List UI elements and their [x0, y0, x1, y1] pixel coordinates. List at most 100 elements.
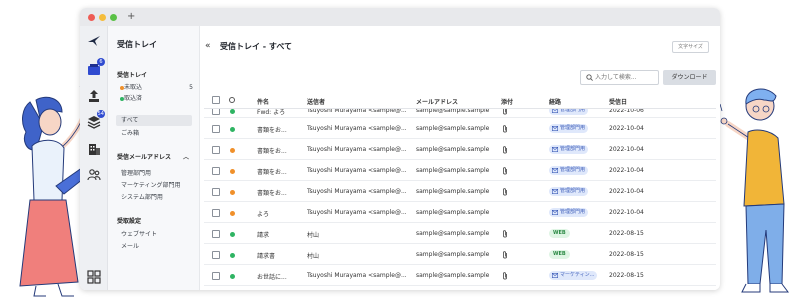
email-cell: sample@sample.sample [416, 251, 490, 258]
row-checkbox[interactable] [212, 251, 220, 259]
maximize-window-dot[interactable] [110, 13, 117, 21]
building-icon[interactable] [87, 142, 101, 156]
double-chevron-left-icon[interactable]: « [205, 41, 211, 51]
route-label: 管理部門用 [560, 188, 586, 194]
date-cell: 2022-10-04 [609, 209, 644, 216]
text-size-button[interactable]: 文字サイズ [672, 41, 709, 53]
paperclip-icon[interactable] [502, 167, 508, 175]
status-dot [230, 232, 235, 237]
table-row[interactable]: Fwd: よろ Tsuyoshi Murayama <sample@... samp… [204, 106, 716, 118]
status-dot [230, 127, 235, 132]
sidebar-item-address[interactable]: 管理部門用 [117, 168, 195, 179]
table-row[interactable]: 書類をお... Tsuyoshi Murayama <sample@... samp… [204, 139, 716, 160]
table-row[interactable]: 請求書 村山 sample@sample.sample WEB 2022-08-15 [204, 244, 716, 265]
column-header-attachment[interactable]: 添付 [501, 97, 513, 106]
icon-rail: 6 54 [80, 26, 108, 290]
users-icon[interactable] [87, 168, 101, 182]
search-box [580, 70, 659, 85]
table-header: 件名 送信者 メールアドレス 添付 経路 受信日 [204, 92, 716, 109]
apps-icon[interactable] [87, 270, 101, 284]
row-checkbox[interactable] [212, 188, 220, 196]
paperclip-icon[interactable] [502, 188, 508, 196]
column-header-route[interactable]: 経路 [549, 97, 561, 106]
sidebar-item-address[interactable]: システム部門用 [117, 192, 195, 203]
main-panel: « 受信トレイ - すべて 文字サイズ ダウンロード 件名 送信者 メールアドレ… [200, 26, 720, 290]
route-label: 管理部門用 [560, 146, 586, 152]
layers-count-badge: 54 [96, 110, 105, 118]
date-cell: 2022-08-15 [609, 251, 644, 258]
row-checkbox[interactable] [212, 146, 220, 154]
email-cell: sample@sample.sample [416, 209, 490, 216]
sidebar-item-all[interactable]: すべて [116, 115, 192, 126]
upload-icon[interactable] [87, 89, 101, 103]
route-label: 管理部門用 [560, 125, 586, 131]
table-row[interactable]: 書類をお... Tsuyoshi Murayama <sample@... samp… [204, 181, 716, 202]
sidebar-item-trash[interactable]: ごみ箱 [117, 128, 195, 139]
column-header-date[interactable]: 受信日 [609, 97, 627, 106]
date-cell: 2022-08-15 [609, 272, 644, 279]
row-checkbox[interactable] [212, 167, 220, 175]
close-window-dot[interactable] [88, 13, 95, 21]
route-label: WEB [553, 230, 566, 236]
email-cell: sample@sample.sample [416, 146, 490, 153]
envelope-icon [552, 273, 558, 278]
paperclip-icon[interactable] [502, 125, 508, 133]
inbox-icon[interactable]: 6 [87, 58, 105, 76]
addresses-section-heading[interactable]: 受信メールアドレス ︿ [117, 152, 195, 161]
status-dot [230, 109, 235, 114]
sidebar-title: 受信トレイ [117, 40, 157, 49]
table-row[interactable]: お世話に...Tsuyoshi Murayama <sample@...samp… [204, 265, 716, 286]
email-cell: sample@sample.sample [416, 125, 490, 132]
sidebar-item-label: すべて [121, 117, 139, 124]
table-row[interactable]: よろ Tsuyoshi Murayama <sample@... sample@sa… [204, 202, 716, 223]
sidebar-item-label: 取込済 [124, 95, 143, 102]
row-checkbox[interactable] [212, 125, 220, 133]
folder-sidebar: 受信トレイ 受信トレイ 未取込 5 取込済 すべて ごみ箱 受信メールアドレス … [108, 26, 200, 290]
status-dot [230, 253, 235, 258]
search-input[interactable] [595, 72, 657, 83]
row-checkbox[interactable] [212, 209, 220, 217]
sidebar-item-setting[interactable]: ウェブサイト [117, 229, 195, 240]
download-button[interactable]: ダウンロード [663, 70, 716, 85]
sidebar-item-imported[interactable]: 取込済 [117, 93, 195, 104]
layers-icon[interactable]: 54 [87, 110, 105, 129]
subject-cell: 書類をお... [257, 148, 287, 155]
column-header-subject[interactable]: 件名 [257, 97, 269, 106]
paperclip-icon[interactable] [502, 251, 508, 259]
table-row[interactable]: 書類をお... Tsuyoshi Murayama <sample@... samp… [204, 160, 716, 181]
status-dot [230, 148, 235, 153]
sidebar-item-address[interactable]: マーケティング部門用 [117, 180, 195, 191]
minimize-window-dot[interactable] [99, 13, 106, 21]
row-checkbox[interactable] [212, 272, 220, 280]
table-row[interactable]: お世話に...Tsuyoshi Murayama <sample@...samp… [204, 286, 716, 290]
paperclip-icon[interactable] [502, 272, 508, 280]
status-column-icon [229, 97, 235, 103]
sender-cell: Tsuyoshi Murayama <sample@... [307, 188, 407, 195]
route-tag: 管理部門用 [549, 145, 589, 154]
unread-count: 5 [189, 84, 193, 91]
sidebar-item-unread[interactable]: 未取込 5 [117, 82, 195, 93]
route-tag: 管理部門用 [549, 187, 589, 196]
bird-logo-icon[interactable] [87, 34, 101, 48]
addresses-section-label: 受信メールアドレス [117, 154, 172, 161]
paperclip-icon[interactable] [502, 146, 508, 154]
sidebar-item-label: マーケティング部門用 [121, 182, 181, 189]
date-cell: 2022-08-15 [609, 230, 644, 237]
new-tab-button[interactable]: + [127, 12, 135, 22]
date-cell: 2022-10-04 [609, 125, 644, 132]
sender-cell: Tsuyoshi Murayama <sample@... [307, 167, 407, 174]
paperclip-icon[interactable] [502, 230, 508, 238]
table-row[interactable]: 書類をお... Tsuyoshi Murayama <sample@... samp… [204, 118, 716, 139]
status-dot [230, 211, 235, 216]
sender-cell: Tsuyoshi Murayama <sample@... [307, 272, 407, 279]
select-all-checkbox[interactable] [212, 96, 220, 104]
column-header-email[interactable]: メールアドレス [416, 97, 458, 106]
table-row[interactable]: 請求 村山 sample@sample.sample WEB 2022-08-15 [204, 223, 716, 244]
route-label: マーケティン... [560, 272, 595, 278]
row-checkbox[interactable] [212, 230, 220, 238]
column-header-sender[interactable]: 送信者 [307, 97, 325, 106]
sidebar-item-setting[interactable]: メール [117, 241, 195, 252]
sidebar-item-label: 未取込 [124, 84, 143, 91]
subject-cell: 請求 [257, 232, 270, 239]
collapse-chevron-icon[interactable]: ︿ [183, 152, 189, 161]
